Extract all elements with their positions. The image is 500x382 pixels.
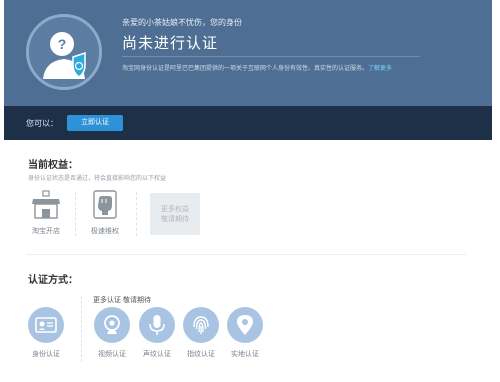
perk-label-shop: 淘宝开店 <box>32 228 60 235</box>
unverified-user-icon: ? <box>29 17 99 87</box>
header-divider <box>122 56 420 57</box>
page-title: 尚未进行认证 <box>122 35 219 52</box>
verify-now-button[interactable]: 立即认证 <box>67 115 123 131</box>
more-rights-line2: 敬请期待 <box>161 216 189 223</box>
methods-title: 认证方式： <box>28 275 78 286</box>
more-rights-placeholder: 更多权益 敬请期待 <box>150 193 200 235</box>
method-divider <box>81 296 82 362</box>
method-label: 视频认证 <box>98 351 126 358</box>
more-methods-label: 更多认证 敬请期待 <box>93 297 151 304</box>
perk-divider <box>75 192 76 236</box>
learn-more-link[interactable]: 了解更多 <box>368 66 392 72</box>
perk-item-rights: 极速维权 <box>85 190 125 236</box>
method-label: 身份认证 <box>32 351 60 358</box>
webcam-icon <box>104 315 120 334</box>
microphone-icon <box>149 315 165 335</box>
perk-label-rights: 极速维权 <box>91 228 119 235</box>
rights-title: 当前权益： <box>28 160 78 171</box>
method-voice[interactable]: 声纹认证 <box>136 307 178 359</box>
id-card-icon <box>35 317 57 333</box>
method-id-card[interactable]: 身份认证 <box>26 307 66 359</box>
auth-header: ? 亲爱的小茶姑娘不忧伤，您的身份 尚未进行认证 淘宝网身份认证是阿里巴巴集团提… <box>4 0 492 106</box>
section-divider <box>26 254 466 255</box>
rights-subtitle: 身份认证状态是否通过，将会直接影响您的以下权益 <box>28 176 167 182</box>
greeting-text: 亲爱的小茶姑娘不忧伤，您的身份 <box>122 18 242 27</box>
description-text: 淘宝网身份认证是阿里巴巴集团提供的一项关于互联网个人身份有效性、真实性的认证服务… <box>122 66 369 72</box>
svg-text:?: ? <box>58 36 67 52</box>
method-video[interactable]: 视频认证 <box>91 307 133 359</box>
fingerprint-icon <box>193 316 209 334</box>
avatar: ? <box>26 14 102 90</box>
method-label: 实地认证 <box>231 351 259 358</box>
method-label: 指纹认证 <box>187 351 215 358</box>
method-onsite[interactable]: 实地认证 <box>224 307 266 359</box>
fist-icon <box>93 190 117 219</box>
action-bar: 您可以： 立即认证 <box>4 106 492 140</box>
perk-divider <box>136 192 137 236</box>
method-label: 声纹认证 <box>143 351 171 358</box>
header-description: 淘宝网身份认证是阿里巴巴集团提供的一项关于互联网个人身份有效性、真实性的认证服务… <box>122 63 392 72</box>
shop-icon <box>32 190 60 219</box>
location-pin-icon <box>237 315 253 335</box>
more-rights-line1: 更多权益 <box>161 206 189 213</box>
method-fingerprint[interactable]: 指纹认证 <box>180 307 222 359</box>
action-label: 您可以： <box>26 119 58 128</box>
perk-item-shop: 淘宝开店 <box>26 190 66 236</box>
